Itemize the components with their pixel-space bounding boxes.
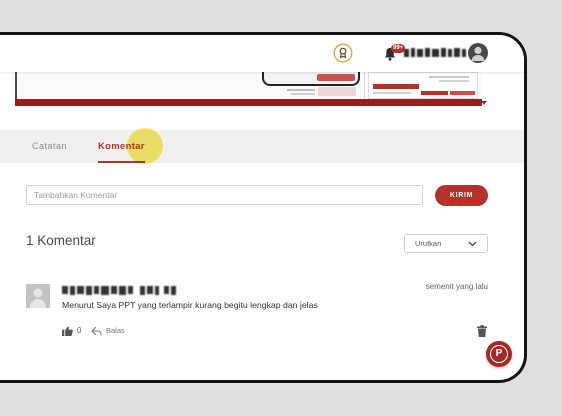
tab-catatan[interactable]: Catatan bbox=[32, 130, 67, 163]
preview-doc-header-bar bbox=[373, 84, 419, 89]
tab-komentar[interactable]: Komentar bbox=[98, 130, 145, 163]
user-placeholder-icon bbox=[26, 284, 50, 308]
submit-comment-button[interactable]: KIRIM bbox=[435, 185, 488, 206]
like-count: 0 bbox=[77, 326, 82, 335]
reply-icon bbox=[91, 326, 102, 336]
slide-preview bbox=[15, 72, 482, 106]
preview-dialog-button bbox=[317, 74, 355, 81]
preview-text-line bbox=[287, 89, 315, 91]
like-button[interactable]: 0 bbox=[62, 324, 86, 338]
preview-document-thumbnail bbox=[368, 72, 478, 99]
thumbs-up-icon bbox=[62, 326, 73, 336]
trash-icon[interactable] bbox=[477, 325, 487, 337]
comment-timestamp: semenit yang lalu bbox=[425, 282, 488, 291]
preview-text-line bbox=[291, 93, 315, 95]
comment-author-redacted bbox=[62, 285, 176, 295]
preview-doc-button bbox=[421, 91, 448, 95]
redacted-username[interactable] bbox=[404, 47, 466, 58]
tab-bar: Catatan Komentar bbox=[0, 130, 524, 163]
preview-secondary-button bbox=[318, 87, 356, 96]
app-header: 99+ bbox=[0, 35, 524, 72]
sort-dropdown[interactable]: Urutkan bbox=[404, 234, 488, 253]
comment-input[interactable] bbox=[26, 185, 423, 205]
preview-separator bbox=[364, 72, 365, 99]
preview-doc-line bbox=[429, 76, 469, 78]
device-frame: 99+ Catatan Komentar Tambahkan Komentar … bbox=[0, 32, 527, 383]
preview-doc-line bbox=[439, 80, 469, 82]
award-badge-icon[interactable] bbox=[333, 43, 353, 63]
preview-doc-button bbox=[450, 91, 475, 95]
floating-p-button[interactable]: P bbox=[486, 341, 512, 367]
preview-doc-line bbox=[373, 92, 411, 94]
chevron-down-icon bbox=[468, 241, 477, 247]
comment-text: Menurut Saya PPT yang terlampir kurang b… bbox=[62, 300, 318, 310]
sort-dropdown-label: Urutkan bbox=[415, 239, 442, 248]
reply-label: Balas bbox=[106, 326, 125, 335]
user-avatar-icon[interactable] bbox=[468, 43, 488, 63]
comment-count-heading: 1 Komentar bbox=[26, 233, 96, 248]
floating-button-label: P bbox=[490, 345, 508, 363]
preview-left-edge bbox=[15, 72, 17, 99]
preview-footer-bar bbox=[15, 99, 482, 106]
reply-button[interactable]: Balas bbox=[91, 324, 131, 338]
